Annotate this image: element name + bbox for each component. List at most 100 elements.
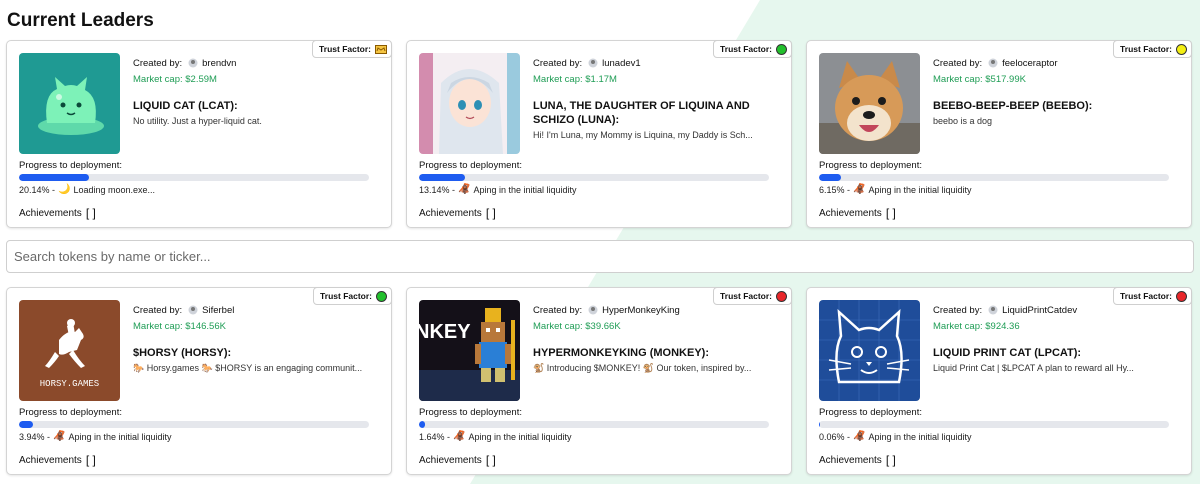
trust-factor-badge: Trust Factor:: [1113, 287, 1192, 305]
achievements-value: [ ]: [885, 453, 896, 467]
creator-avatar-icon: [588, 58, 598, 68]
creator-name[interactable]: LiquidPrintCatdev: [1002, 305, 1077, 316]
token-card[interactable]: Trust Factor: Created by: LiquidPrintCat…: [806, 287, 1192, 475]
progress-status: 13.14% - 🦧 Aping in the initial liquidit…: [419, 184, 577, 196]
token-card[interactable]: Trust Factor: Created by:: [406, 40, 792, 228]
trust-factor-label: Trust Factor:: [720, 44, 772, 54]
token-description: No utility. Just a hyper-liquid cat.: [133, 116, 262, 126]
trust-factor-badge: Trust Factor:: [713, 40, 792, 58]
progress-bar: [819, 421, 1169, 428]
token-image[interactable]: HORSY.GAMES: [19, 300, 120, 401]
achievements-label: Achievements: [419, 454, 482, 466]
created-by-label: Created by:: [133, 57, 183, 69]
moon-icon: 🌙: [58, 184, 71, 195]
achievements: Achievements [ ]: [819, 453, 896, 467]
ape-icon: 🦧: [458, 184, 471, 195]
token-name: BEEBO-BEEP-BEEP (BEEBO):: [933, 100, 1093, 112]
achievements-label: Achievements: [19, 454, 82, 466]
token-card[interactable]: Trust Factor: Created by: brendvn Market…: [6, 40, 392, 228]
progress-bar: [19, 174, 369, 181]
progress-bar: [19, 421, 369, 428]
progress-label: Progress to deployment:: [419, 407, 522, 418]
market-cap: Market cap: $517.99K: [933, 74, 1026, 85]
creator-avatar-icon: [588, 305, 598, 315]
achievements-value: [ ]: [85, 206, 96, 220]
token-description: 🐎 Horsy.games 🐎 $HORSY is an engaging co…: [133, 363, 363, 373]
progress-bar: [419, 174, 769, 181]
achievements: Achievements [ ]: [419, 453, 496, 467]
token-card[interactable]: Trust Factor: Created by:: [806, 40, 1192, 228]
search-input[interactable]: [6, 240, 1194, 273]
token-image[interactable]: [819, 53, 920, 154]
creator-name[interactable]: Siferbel: [202, 305, 234, 316]
token-image[interactable]: [819, 300, 920, 401]
creator-avatar-icon: [188, 58, 198, 68]
trust-factor-label: Trust Factor:: [720, 291, 772, 301]
trust-factor-label: Trust Factor:: [320, 291, 372, 301]
trust-factor-badge: Trust Factor:: [713, 287, 792, 305]
progress-label: Progress to deployment:: [819, 407, 922, 418]
token-card[interactable]: Trust Factor: HORSY.GAMES Created by: Si: [6, 287, 392, 475]
progress-label: Progress to deployment:: [19, 160, 122, 171]
trust-factor-badge: Trust Factor:: [312, 40, 392, 58]
status-text: Aping in the initial liquidity: [868, 432, 972, 442]
progress-bar-fill: [819, 421, 820, 428]
created-by-label: Created by:: [933, 304, 983, 316]
creator-name[interactable]: HyperMonkeyKing: [602, 305, 680, 316]
token-image[interactable]: NKEY: [419, 300, 520, 401]
created-by-label: Created by:: [533, 57, 583, 69]
created-by-label: Created by:: [133, 304, 183, 316]
achievements-value: [ ]: [885, 206, 896, 220]
progress-status: 3.94% - 🦧 Aping in the initial liquidity: [19, 432, 172, 443]
trust-factor-label: Trust Factor:: [1120, 44, 1172, 54]
trust-factor-label: Trust Factor:: [1120, 291, 1172, 301]
created-by-label: Created by:: [533, 304, 583, 316]
achievements-value: [ ]: [485, 206, 496, 220]
creator-name[interactable]: brendvn: [202, 58, 236, 69]
progress-status: 1.64% - 🦧 Aping in the initial liquidity: [419, 431, 572, 443]
status-text: Aping in the initial liquidity: [868, 185, 972, 195]
page: Current Leaders Trust Factor: Created by…: [0, 0, 1200, 475]
liquid-cat-image: [19, 53, 120, 154]
anime-girl-image: [419, 53, 520, 154]
progress-status: 20.14% - 🌙 Loading moon.exe...: [19, 184, 156, 196]
achievements-label: Achievements: [19, 207, 82, 219]
cards-row-2: Trust Factor: HORSY.GAMES Created by: Si: [6, 287, 1194, 475]
page-title: Current Leaders: [7, 10, 154, 31]
token-image[interactable]: [419, 53, 520, 154]
creator-name[interactable]: lunadev1: [602, 58, 641, 69]
pixel-monkey-image: NKEY: [419, 300, 520, 401]
achievements-label: Achievements: [819, 207, 882, 219]
green-dot-icon: [376, 290, 387, 302]
trust-factor-label: Trust Factor:: [319, 44, 371, 54]
progress-bar: [819, 174, 1169, 181]
achievements-label: Achievements: [819, 454, 882, 466]
cards-row-1: Trust Factor: Created by: brendvn Market…: [6, 40, 1194, 228]
monkey-image-text: NKEY: [419, 321, 471, 343]
token-name: HYPERMONKEYKING (MONKEY):: [533, 347, 710, 359]
market-cap: Market cap: $39.66K: [533, 321, 621, 332]
progress-bar-fill: [19, 174, 90, 181]
red-dot-icon: [1176, 290, 1187, 302]
achievements: Achievements [ ]: [419, 206, 496, 220]
progress-percent: 3.94% -: [19, 432, 51, 442]
progress-percent: 13.14% -: [419, 185, 456, 195]
token-name: $HORSY (HORSY):: [133, 347, 232, 359]
creator-name[interactable]: feeloceraptor: [1002, 58, 1057, 69]
blueprint-cat-image: [819, 300, 920, 401]
token-image[interactable]: [19, 53, 120, 154]
achievements-value: [ ]: [85, 453, 96, 467]
progress-label: Progress to deployment:: [419, 160, 522, 171]
creator-avatar-icon: [988, 305, 998, 315]
progress-percent: 6.15% -: [819, 185, 851, 195]
token-card[interactable]: Trust Factor: NKEY Created by: HyperMonk…: [406, 287, 792, 475]
ape-icon: 🦧: [453, 431, 466, 442]
crown-icon: [375, 44, 387, 54]
shiba-dog-image: [819, 53, 920, 154]
creator-avatar-icon: [188, 305, 198, 315]
progress-label: Progress to deployment:: [19, 407, 122, 418]
achievements-value: [ ]: [485, 453, 496, 467]
progress-bar-fill: [419, 421, 425, 428]
status-text: Loading moon.exe...: [73, 185, 156, 195]
progress-bar-fill: [819, 174, 841, 181]
